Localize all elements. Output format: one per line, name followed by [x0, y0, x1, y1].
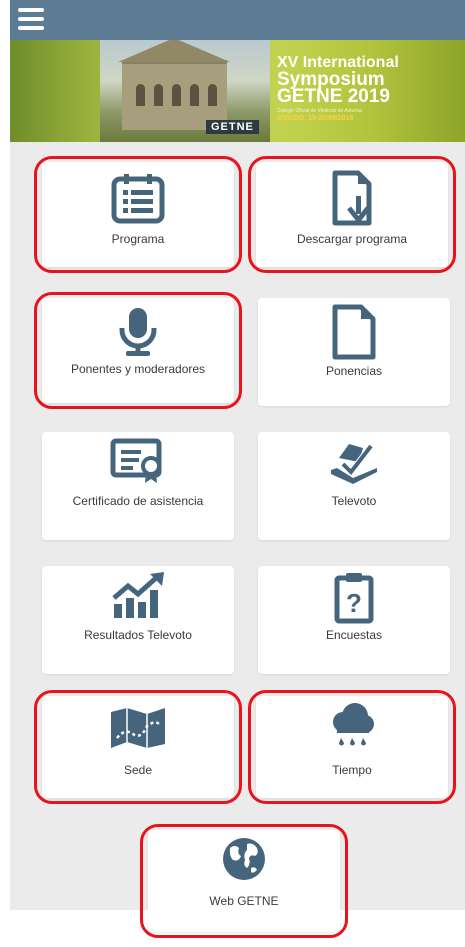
top-app-bar — [10, 0, 465, 40]
tile-web-getne[interactable]: Web GETNE — [140, 824, 348, 938]
microphone-icon — [119, 308, 157, 356]
tile-label: Web GETNE — [209, 894, 279, 908]
banner-subtitle: Colegio Oficial de Médicos de Asturias — [277, 108, 363, 114]
banner-title: XV International Symposium GETNE 2019 — [277, 54, 399, 107]
tile-label: Encuestas — [325, 628, 383, 642]
certificate-icon — [110, 438, 162, 483]
svg-text:?: ? — [346, 588, 362, 618]
tile-programa[interactable]: Programa — [34, 156, 242, 273]
getne-logo: GETNE — [206, 120, 259, 134]
tile-label: Sede — [123, 763, 153, 777]
tile-label: Televoto — [331, 494, 377, 508]
hamburger-menu-icon[interactable] — [18, 8, 44, 32]
tile-label: Tiempo — [332, 763, 372, 777]
document-download-icon — [332, 170, 372, 226]
vote-box-icon — [331, 444, 377, 484]
globe-icon — [223, 838, 265, 880]
tile-label: Certificado de asistencia — [72, 494, 204, 508]
tile-ponencias[interactable]: Ponencias — [258, 298, 450, 406]
tile-label: Programa — [111, 232, 165, 246]
document-icon — [332, 304, 376, 360]
tile-label: Ponencias — [325, 364, 383, 378]
map-icon — [111, 708, 165, 748]
trend-chart-icon — [112, 572, 164, 618]
tile-ponentes-moderadores[interactable]: Ponentes y moderadores — [34, 292, 242, 409]
church-photo: GETNE — [100, 40, 270, 142]
tile-label: Descargar programa — [296, 232, 408, 246]
tile-descargar-programa[interactable]: Descargar programa — [248, 156, 456, 273]
tile-resultados-televoto[interactable]: Resultados Televoto — [42, 566, 234, 674]
tile-televoto[interactable]: Televoto — [258, 432, 450, 540]
banner-title-line3: GETNE 2019 — [277, 86, 390, 107]
tile-encuestas[interactable]: ? Encuestas — [258, 566, 450, 674]
tile-sede[interactable]: Sede — [34, 690, 242, 804]
event-banner: GETNE XV International Symposium GETNE 2… — [10, 40, 465, 142]
tile-certificado-asistencia[interactable]: Certificado de asistencia — [42, 432, 234, 540]
tile-tiempo[interactable]: Tiempo — [248, 690, 456, 804]
tile-label: Resultados Televoto — [84, 628, 192, 642]
banner-date: OVIEDO, 19-20/09/2019 — [277, 115, 354, 122]
rain-cloud-icon — [333, 703, 374, 746]
calendar-list-icon — [111, 174, 165, 224]
survey-clipboard-icon: ? — [334, 573, 374, 624]
tile-label: Ponentes y moderadores — [70, 362, 206, 376]
